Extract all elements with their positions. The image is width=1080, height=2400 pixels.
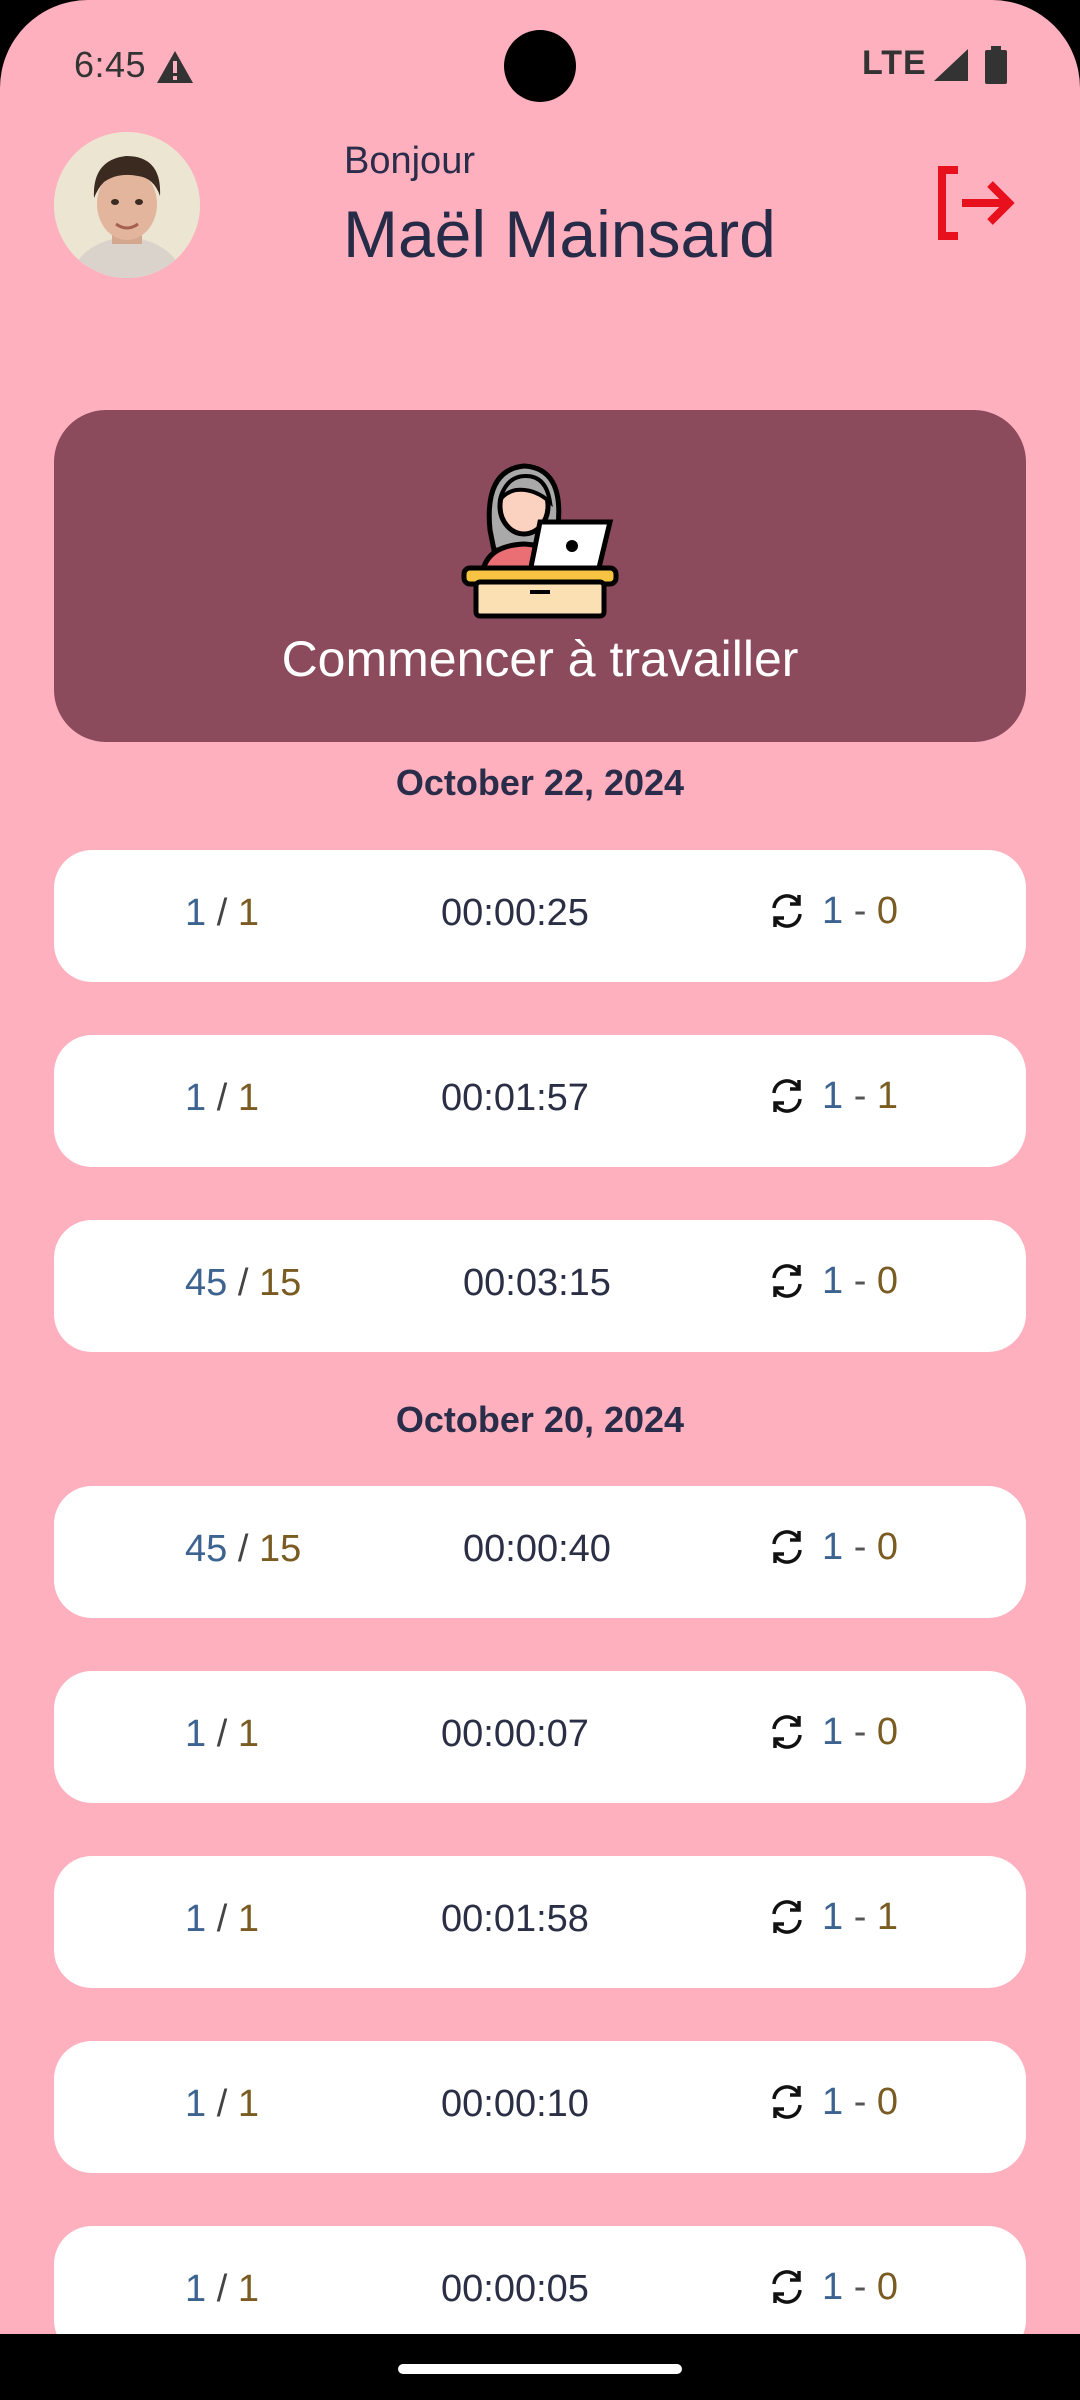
refresh-icon	[772, 2270, 802, 2304]
refresh-icon	[772, 1530, 802, 1564]
greeting-text: Bonjour	[344, 140, 475, 182]
session-card[interactable]: 1 / 1 00:00:10 1 - 0	[54, 2041, 1026, 2173]
home-indicator[interactable]	[398, 2364, 682, 2374]
network-type: LTE	[862, 44, 927, 82]
camera-cutout	[504, 30, 576, 102]
refresh-icon	[772, 1715, 802, 1749]
session-ratio: 1 / 1	[185, 2083, 259, 2125]
session-card[interactable]: 1 / 1 00:00:07 1 - 0	[54, 1671, 1026, 1803]
status-time: 6:45	[74, 44, 147, 85]
session-duration: 00:00:07	[441, 1713, 589, 1755]
start-work-label: Commencer à travailler	[281, 631, 799, 687]
worker-at-laptop-icon	[460, 460, 620, 625]
avatar[interactable]	[54, 132, 200, 278]
session-duration: 00:01:57	[441, 1077, 589, 1119]
session-card[interactable]: 1 / 1 00:00:25 1 - 0	[54, 850, 1026, 982]
session-duration: 00:00:40	[463, 1528, 611, 1570]
day-header: October 20, 2024	[395, 1399, 685, 1440]
logout-icon	[938, 166, 1015, 240]
day-header: October 22, 2024	[395, 762, 685, 803]
refresh-icon	[772, 1264, 802, 1298]
session-ratio: 1 / 1	[185, 892, 259, 934]
session-card[interactable]: 1 / 1 00:01:57 1 - 1	[54, 1035, 1026, 1167]
session-card[interactable]: 45 / 15 00:03:15 1 - 0	[54, 1220, 1026, 1352]
user-name: Maël Mainsard	[343, 197, 776, 271]
session-duration: 00:00:25	[441, 892, 589, 934]
session-ratio: 1 / 1	[185, 1898, 259, 1940]
session-ratio: 45 / 15	[185, 1262, 302, 1304]
refresh-icon	[772, 1079, 802, 1113]
session-ratio: 1 / 1	[185, 1077, 259, 1119]
session-card[interactable]: 1 / 1 00:01:58 1 - 1	[54, 1856, 1026, 1988]
status-bar: 6:45 LTE	[0, 0, 1080, 130]
battery-icon	[985, 46, 1007, 89]
refresh-icon	[772, 894, 802, 928]
session-duration: 00:03:15	[463, 1262, 611, 1304]
alert-icon	[156, 50, 194, 89]
session-duration: 00:00:05	[441, 2268, 589, 2310]
session-duration: 00:01:58	[441, 1898, 589, 1940]
refresh-icon	[772, 2085, 802, 2119]
app-screen: 6:45 LTE Bonjour Maël Mainsard Commencer…	[0, 0, 1080, 2400]
session-card[interactable]: 45 / 15 00:00:40 1 - 0	[54, 1486, 1026, 1618]
session-ratio: 45 / 15	[185, 1528, 302, 1570]
session-duration: 00:00:10	[441, 2083, 589, 2125]
session-ratio: 1 / 1	[185, 1713, 259, 1755]
logout-button[interactable]	[932, 164, 1018, 242]
session-ratio: 1 / 1	[185, 2268, 259, 2310]
refresh-icon	[772, 1900, 802, 1934]
signal-icon	[933, 48, 969, 87]
start-work-button[interactable]: Commencer à travailler	[54, 410, 1026, 742]
